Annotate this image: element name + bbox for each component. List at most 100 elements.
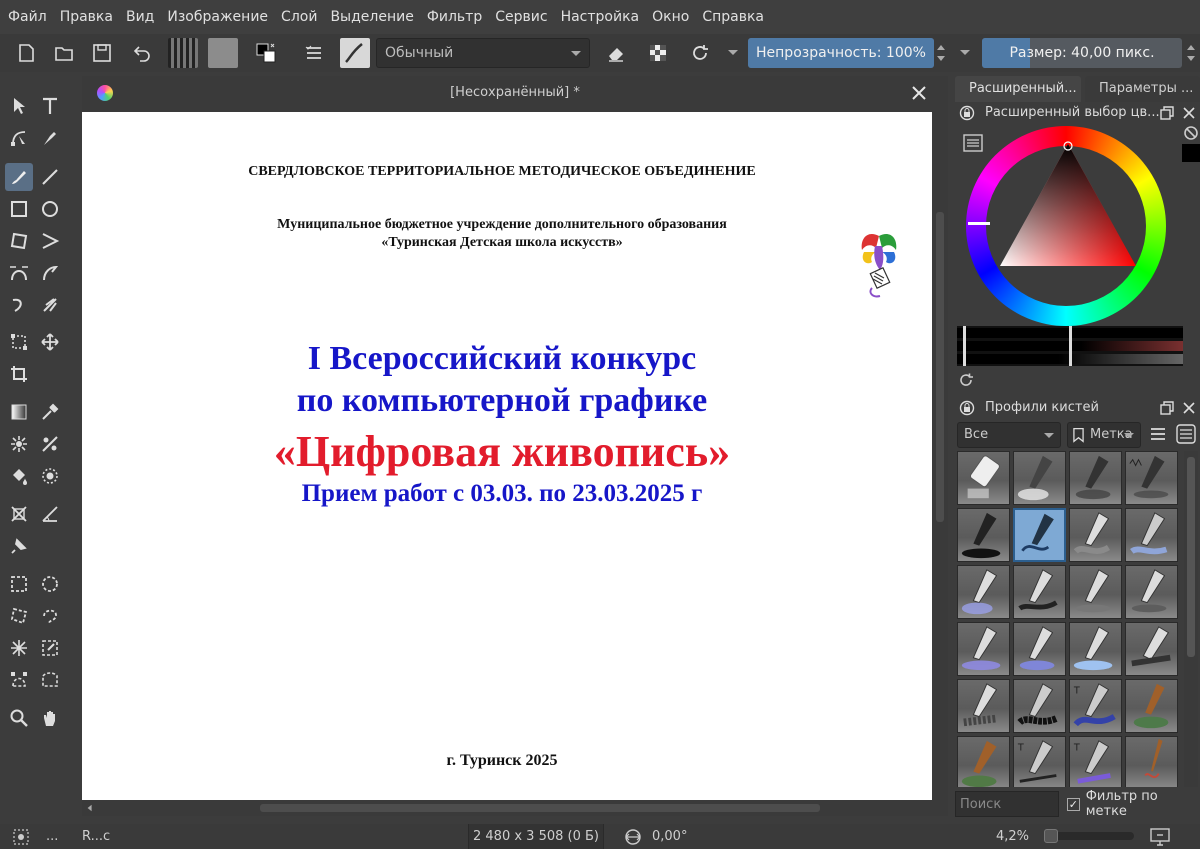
close-document-button[interactable]	[908, 82, 930, 104]
brush-preset-soft-gray[interactable]	[1069, 565, 1122, 619]
brush-preset-eraser[interactable]	[957, 451, 1010, 505]
lock-icon[interactable]	[959, 105, 975, 121]
assistant-tool-icon[interactable]	[5, 500, 33, 528]
size-slider[interactable]: Размер: 40,00 пикс.	[982, 38, 1182, 68]
preserve-alpha-icon[interactable]	[644, 39, 672, 67]
brush-preset-charcoal[interactable]	[1013, 565, 1066, 619]
slider-handle-right[interactable]	[1069, 326, 1072, 366]
brush-preset-violet-wide[interactable]	[957, 622, 1010, 676]
freehand-brush-tool-icon[interactable]	[5, 163, 33, 191]
hue-marker[interactable]	[968, 222, 990, 225]
menu-edit[interactable]: Правка	[60, 9, 113, 25]
brush-preset-marker-dark[interactable]	[1125, 622, 1178, 676]
canvas[interactable]: СВЕРДЛОВСКОЕ ТЕРРИТОРИАЛЬНОЕ МЕТОДИЧЕСКО…	[82, 112, 932, 800]
brush-preset-ink-black[interactable]	[957, 508, 1010, 562]
contiguous-selection-tool-icon[interactable]	[5, 634, 33, 662]
gradient-tool-icon[interactable]	[5, 398, 33, 426]
colorize-mask-tool-icon[interactable]	[36, 430, 64, 458]
brush-preset-violet-marker[interactable]: T	[1069, 736, 1122, 787]
color-sliders[interactable]	[957, 326, 1183, 366]
menu-settings[interactable]: Настройка	[561, 9, 640, 25]
lock-icon[interactable]	[959, 400, 975, 416]
zoom-tool-icon[interactable]	[5, 704, 33, 732]
brush-preset-scrollbar[interactable]	[1184, 451, 1198, 787]
color-picker-tool-icon[interactable]	[36, 398, 64, 426]
zoom-slider-knob[interactable]	[1044, 829, 1058, 843]
brush-settings-icon[interactable]	[300, 39, 328, 67]
menu-window[interactable]: Окно	[652, 9, 689, 25]
rectangular-selection-tool-icon[interactable]	[5, 570, 33, 598]
elliptical-selection-tool-icon[interactable]	[36, 570, 64, 598]
brush-tag-select[interactable]: Метка	[1067, 422, 1141, 448]
brush-preset-blue-stroke[interactable]: T	[1069, 679, 1122, 733]
brush-preset-marker-gray[interactable]	[1069, 508, 1122, 562]
freehand-selection-tool-icon[interactable]	[36, 602, 64, 630]
brush-preset-watercolor-blue[interactable]	[1125, 508, 1178, 562]
open-folder-icon[interactable]	[50, 39, 78, 67]
grid-view-icon[interactable]	[1176, 424, 1196, 444]
brush-preset-icon[interactable]	[340, 38, 370, 68]
bezier-tool-icon[interactable]	[5, 259, 33, 287]
dynamic-brush-tool-icon[interactable]	[5, 291, 33, 319]
brush-resource-filter-select[interactable]: Все	[957, 422, 1061, 448]
menu-tools[interactable]: Сервис	[495, 9, 547, 25]
refresh-color-icon[interactable]	[958, 372, 974, 388]
slider-handle-left[interactable]	[963, 326, 966, 366]
brush-preset-texture-black[interactable]	[1013, 679, 1066, 733]
brush-preset-ink-blue-selected[interactable]	[1013, 508, 1066, 562]
brush-preset-scrollbar-thumb[interactable]	[1187, 457, 1195, 657]
enclose-fill-tool-icon[interactable]	[36, 462, 64, 490]
float-panel-icon[interactable]	[1160, 401, 1174, 415]
color-settings-icon[interactable]	[963, 134, 983, 152]
brush-preset-violet-dry[interactable]	[1013, 622, 1066, 676]
close-icon[interactable]	[1182, 106, 1196, 120]
vertical-scrollbar-thumb[interactable]	[936, 212, 944, 522]
float-panel-icon[interactable]	[1160, 106, 1174, 120]
gradient-swatch[interactable]	[168, 38, 198, 68]
reference-images-tool-icon[interactable]	[5, 532, 33, 560]
size-spin-buttons[interactable]	[1184, 38, 1198, 68]
blend-mode-select[interactable]: Обычный	[376, 38, 590, 68]
select-shapes-tool-icon[interactable]	[5, 92, 33, 120]
menu-help[interactable]: Справка	[702, 9, 764, 25]
transform-tool-icon[interactable]	[5, 328, 33, 356]
text-tool-icon[interactable]	[36, 92, 64, 120]
horizontal-scrollbar-thumb[interactable]	[260, 804, 820, 812]
measure-tool-icon[interactable]	[36, 500, 64, 528]
polygon-tool-icon[interactable]	[5, 227, 33, 255]
selection-mode-icon[interactable]	[12, 828, 30, 846]
ellipse-tool-icon[interactable]	[36, 195, 64, 223]
freehand-path-tool-icon[interactable]	[36, 259, 64, 287]
edit-shapes-tool-icon[interactable]	[5, 124, 33, 152]
bezier-selection-tool-icon[interactable]	[5, 666, 33, 694]
smart-patch-tool-icon[interactable]	[5, 430, 33, 458]
brush-preset-chalk-gray[interactable]	[957, 679, 1010, 733]
rectangle-tool-icon[interactable]	[5, 195, 33, 223]
brush-preset-green-oil[interactable]	[1125, 679, 1178, 733]
multibrush-tool-icon[interactable]	[36, 291, 64, 319]
brush-preset-green-bristle[interactable]	[957, 736, 1010, 787]
tab-tool-options[interactable]: Параметры ...	[1085, 76, 1200, 102]
polygonal-selection-tool-icon[interactable]	[5, 602, 33, 630]
polyline-tool-icon[interactable]	[36, 227, 64, 255]
menu-select[interactable]: Выделение	[330, 9, 413, 25]
vertical-scrollbar[interactable]	[932, 112, 948, 800]
brush-preset-blender[interactable]	[1125, 565, 1178, 619]
fill-tool-icon[interactable]	[5, 462, 33, 490]
brush-preset-fine-red[interactable]	[1125, 736, 1178, 787]
new-document-icon[interactable]	[12, 39, 40, 67]
move-tool-icon[interactable]	[36, 328, 64, 356]
brush-preset-ink-line[interactable]: T	[1013, 736, 1066, 787]
brush-preset-pen-gray[interactable]	[1069, 451, 1122, 505]
brush-preset-pen-wave[interactable]	[1125, 451, 1178, 505]
no-color-icon[interactable]	[1183, 125, 1199, 141]
tab-advanced-color[interactable]: Расширенный...	[955, 76, 1081, 102]
opacity-slider[interactable]: Непрозрачность: 100%	[748, 38, 934, 68]
horizontal-scrollbar[interactable]	[82, 800, 932, 816]
menu-filter[interactable]: Фильтр	[427, 9, 482, 25]
brush-preset-light-blue[interactable]	[1069, 622, 1122, 676]
eraser-icon[interactable]	[602, 39, 630, 67]
magnetic-selection-tool-icon[interactable]	[36, 666, 64, 694]
save-icon[interactable]	[88, 39, 116, 67]
similar-color-selection-tool-icon[interactable]	[36, 634, 64, 662]
